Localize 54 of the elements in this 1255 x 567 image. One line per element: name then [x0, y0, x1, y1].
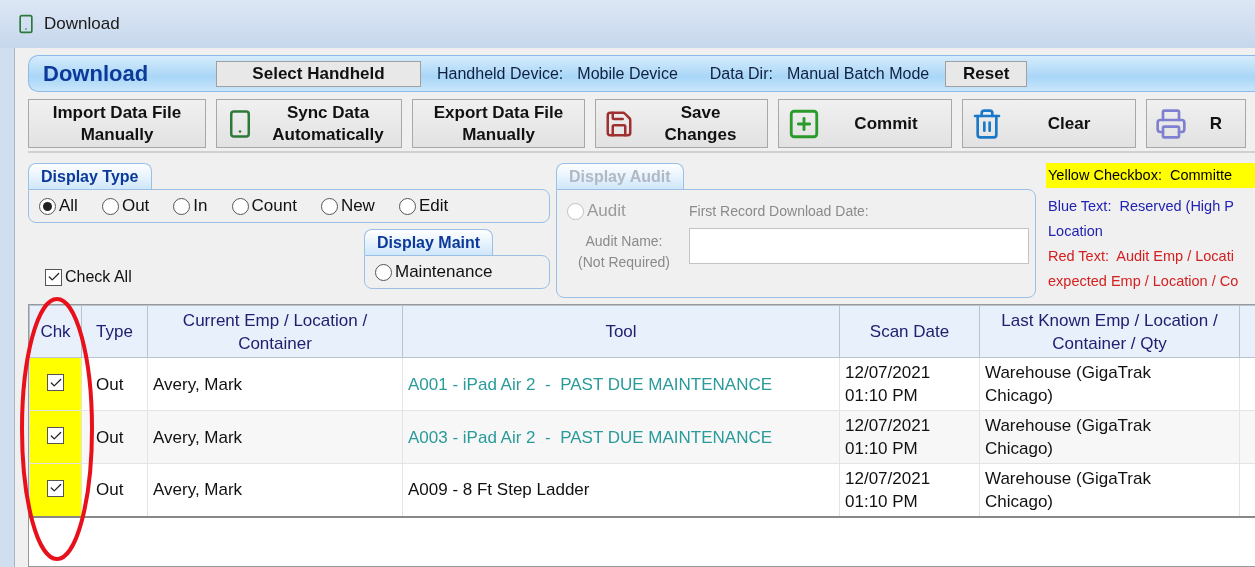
radio-option[interactable]: Count — [231, 196, 297, 216]
legend-text: Yellow Checkbox: Committe — [1046, 163, 1255, 188]
table-cell: 12/07/2021 01:10 PM — [839, 357, 980, 411]
column-header[interactable]: Type — [81, 305, 148, 358]
toolbar-button[interactable]: Commit — [778, 99, 952, 148]
toolbar-button[interactable]: Sync Data Automatically — [216, 99, 402, 148]
device-value: Mobile Device — [577, 64, 678, 83]
radio-option[interactable]: Maintenance — [375, 262, 493, 282]
radio-option[interactable]: New — [320, 196, 375, 216]
dir-label: Data Dir: — [709, 64, 773, 83]
window-title: Download — [44, 14, 120, 34]
radio-option[interactable]: Edit — [398, 196, 449, 216]
radio-option[interactable]: All — [39, 196, 78, 216]
table-cell: A003 - iPad Air 2 - PAST DUE MAINTENANCE — [402, 410, 840, 464]
row-checkbox[interactable] — [47, 374, 64, 391]
radio-option[interactable]: In — [173, 196, 208, 216]
table-cell: Avery, Mark — [147, 357, 403, 411]
toolbar-button[interactable]: Import Data File Manually — [28, 99, 206, 148]
field-label: First Record Download Date: — [689, 201, 870, 221]
check-all-checkbox[interactable]: Check All — [45, 268, 132, 286]
radio-option[interactable]: Out — [101, 196, 150, 216]
column-header[interactable]: Current Emp / Location / Container — [147, 305, 403, 358]
phone-icon — [16, 14, 36, 34]
table-cell: Warehouse (GigaTrak Chicago) — [979, 357, 1240, 411]
column-header[interactable]: Last Known Emp / Location / Container / Qty — [979, 305, 1240, 358]
table-cell: Avery, Mark — [147, 410, 403, 464]
table-cell: 12/07/2021 01:10 PM — [839, 410, 980, 464]
legend-text: expected Emp / Location / Co — [1047, 272, 1240, 291]
legend-text: Location — [1047, 222, 1104, 241]
legend-text: Blue Text: Reserved (High P — [1047, 197, 1235, 216]
recycle-bin-icon — [971, 107, 1003, 140]
group-tab: Display Audit — [556, 163, 684, 189]
field-label: Audit Name: — [585, 232, 663, 251]
device-label: Handheld Device: — [437, 64, 564, 83]
toolbar-button[interactable]: Clear — [962, 99, 1136, 148]
legend-text: Red Text: Audit Emp / Locati — [1047, 247, 1235, 266]
column-header[interactable]: Scan Date — [839, 305, 980, 358]
field-hint: (Not Required) — [578, 253, 670, 272]
toolbar-button[interactable]: R — [1146, 99, 1246, 148]
table-cell: Out — [81, 410, 148, 464]
row-checkbox[interactable] — [47, 479, 64, 497]
toolbar-button[interactable]: Save Changes — [595, 99, 768, 148]
printer-icon — [1155, 107, 1187, 140]
dir-value: Manual Batch Mode — [786, 64, 930, 83]
table-cell: Warehouse (GigaTrak Chicago) — [979, 410, 1240, 464]
toolbar-button[interactable]: Export Data File Manually — [412, 99, 585, 148]
table-cell: Out — [81, 357, 148, 411]
table-cell: A001 - iPad Air 2 - PAST DUE MAINTENANCE — [402, 357, 840, 411]
header-title: Download — [43, 60, 150, 87]
reset-button[interactable]: Reset — [945, 60, 1028, 87]
select-handheld-button[interactable]: Select Handheld — [216, 60, 421, 87]
checkmark-icon — [46, 270, 61, 284]
column-header[interactable]: Tool — [402, 305, 840, 358]
row-checkbox[interactable] — [47, 427, 64, 444]
